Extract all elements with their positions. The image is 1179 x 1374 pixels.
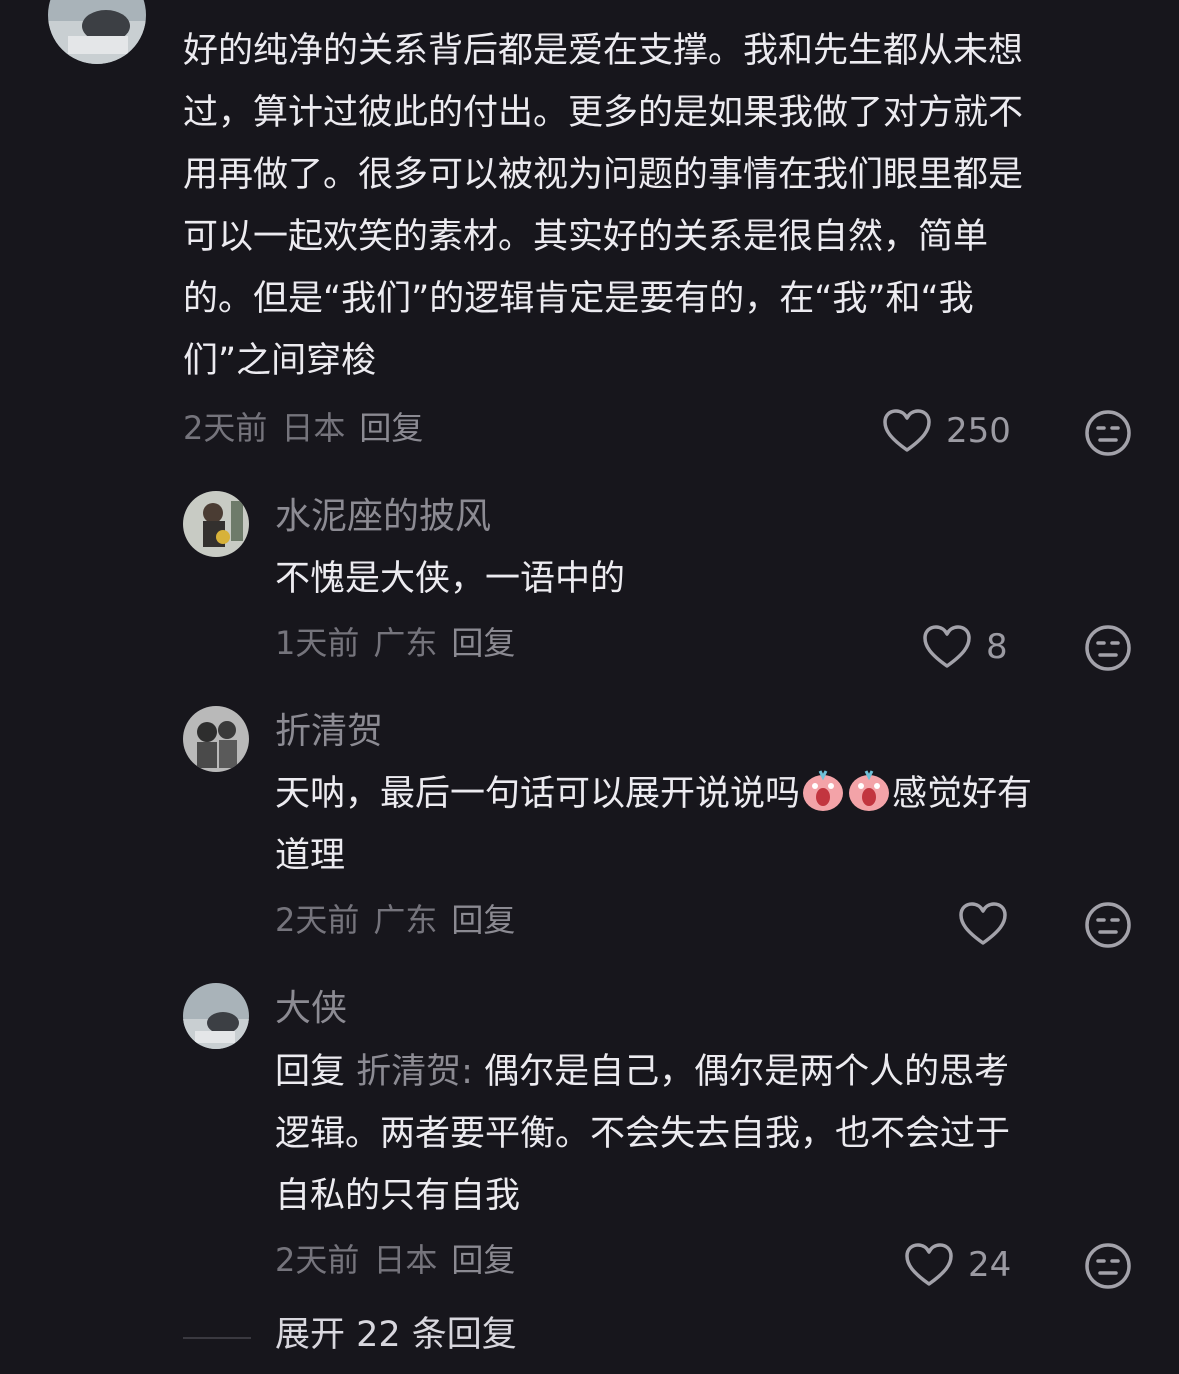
like-count: 8	[986, 627, 1008, 667]
reply-meta: 2天前 广东 回复	[275, 904, 515, 936]
comment-line: 可以一起欢笑的素材。其实好的关系是很自然，简单	[183, 217, 989, 257]
screaming-emoji-icon	[849, 770, 890, 811]
comment-line: 们”之间穿梭	[183, 341, 377, 381]
reply-line: 道理	[275, 836, 346, 876]
dislike-button[interactable]	[1084, 409, 1132, 457]
reply-username[interactable]: 大侠	[275, 991, 347, 1027]
avatar-reply-1[interactable]	[183, 491, 249, 557]
reply-button[interactable]: 回复	[451, 901, 515, 939]
meh-face-icon	[1085, 625, 1131, 671]
like-button[interactable]: 250	[882, 408, 1011, 454]
reply-button[interactable]: 回复	[451, 624, 515, 662]
meh-face-icon	[1085, 410, 1131, 456]
avatar-reply-3[interactable]	[183, 983, 249, 1049]
heart-outline-icon	[905, 1243, 953, 1286]
reply-username[interactable]: 折清贺	[275, 714, 383, 750]
reply-line: 回复 折清贺: 偶尔是自己，偶尔是两个人的思考	[275, 1041, 1010, 1103]
reply-text: 天呐，最后一句话可以展开说说吗 感觉好有 道理	[275, 763, 1032, 887]
reply-meta: 2天前 日本 回复	[275, 1244, 515, 1276]
reply-line: 不愧是大侠，一语中的	[275, 559, 626, 599]
location: 广东	[373, 901, 438, 939]
like-button[interactable]: 24	[904, 1242, 1011, 1288]
heart-outline-icon	[883, 409, 931, 452]
reply-meta: 1天前 广东 回复	[275, 627, 515, 659]
like-count: 24	[968, 1245, 1012, 1285]
reply-button[interactable]: 回复	[451, 1241, 515, 1279]
avatar-image	[183, 491, 249, 557]
reply-username[interactable]: 水泥座的披风	[275, 499, 491, 535]
location: 日本	[373, 1241, 438, 1279]
like-count: 250	[946, 411, 1011, 451]
reply-prefix: 回复	[275, 1052, 346, 1092]
meh-face-icon	[1085, 1243, 1131, 1289]
comment-line: 好的纯净的关系背后都是爱在支撑。我和先生都从未想	[183, 31, 1024, 71]
reply-text: 回复 折清贺: 偶尔是自己，偶尔是两个人的思考 逻辑。两者要平衡。不会失去自我，…	[275, 1041, 1010, 1227]
main-comment-meta: 2天前 日本 回复	[183, 412, 423, 444]
expand-replies-button[interactable]: 展开 22 条回复	[275, 1318, 517, 1353]
timestamp: 2天前	[183, 409, 268, 447]
heart-outline-icon	[923, 625, 971, 668]
timestamp: 1天前	[275, 624, 360, 662]
like-button[interactable]	[958, 901, 1008, 947]
avatar-main-commenter[interactable]	[48, 0, 146, 64]
reply-target-username[interactable]: 折清贺:	[356, 1052, 473, 1092]
comment-line: 用再做了。很多可以被视为问题的事情在我们眼里都是	[183, 155, 1024, 195]
timestamp: 2天前	[275, 901, 360, 939]
dislike-button[interactable]	[1084, 1242, 1132, 1290]
location: 广东	[373, 624, 438, 662]
dislike-button[interactable]	[1084, 624, 1132, 672]
reply-button[interactable]: 回复	[359, 409, 423, 447]
reply-line: 自私的只有自我	[275, 1176, 521, 1216]
screaming-emoji-icon	[803, 770, 844, 811]
reply-text-part: 天呐，最后一句话可以展开说说吗	[275, 774, 801, 814]
location: 日本	[281, 409, 346, 447]
reply-text-part: 偶尔是自己，偶尔是两个人的思考	[484, 1052, 1010, 1092]
avatar-image	[183, 983, 249, 1049]
meh-face-icon	[1085, 902, 1131, 948]
reply-text: 不愧是大侠，一语中的	[275, 548, 625, 610]
dislike-button[interactable]	[1084, 901, 1132, 949]
reply-line: 逻辑。两者要平衡。不会失去自我，也不会过于	[275, 1114, 1011, 1154]
like-button[interactable]: 8	[922, 624, 1008, 670]
avatar-image	[183, 706, 249, 772]
timestamp: 2天前	[275, 1241, 360, 1279]
main-comment-text: 好的纯净的关系背后都是爱在支撑。我和先生都从未想 过，算计过彼此的付出。更多的是…	[183, 20, 1023, 392]
comment-line: 的。但是“我们”的逻辑肯定是要有的，在“我”和“我	[183, 279, 974, 319]
expand-divider	[183, 1337, 251, 1339]
reply-text-part: 感觉好有	[892, 774, 1033, 814]
avatar-image	[48, 0, 146, 64]
heart-outline-icon	[959, 902, 1007, 945]
comment-line: 过，算计过彼此的付出。更多的是如果我做了对方就不	[183, 93, 1024, 133]
reply-line: 天呐，最后一句话可以展开说说吗 感觉好有	[275, 763, 1032, 825]
avatar-reply-2[interactable]	[183, 706, 249, 772]
